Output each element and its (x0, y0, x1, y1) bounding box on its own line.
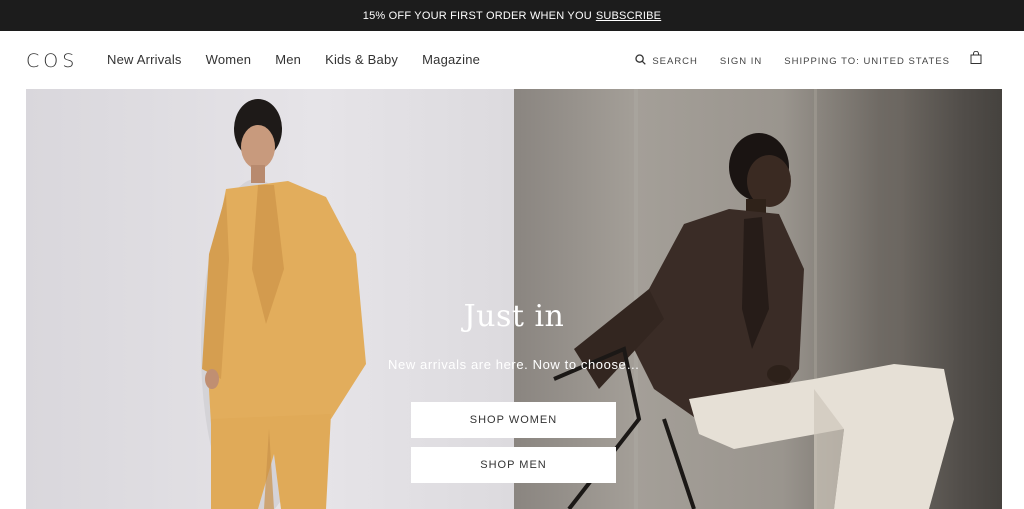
shop-women-button[interactable]: SHOP WOMEN (411, 402, 616, 438)
subscribe-link[interactable]: SUBSCRIBE (596, 10, 661, 22)
nav-men[interactable]: Men (275, 52, 301, 67)
search-button[interactable]: SEARCH (635, 54, 698, 68)
utility-nav: SEARCH SIGN IN SHIPPING TO: UNITED STATE… (613, 54, 950, 68)
nav-kids-baby[interactable]: Kids & Baby (325, 52, 398, 67)
main-nav: New Arrivals Women Men Kids & Baby Magaz… (107, 52, 504, 67)
site-header: COS New Arrivals Women Men Kids & Baby M… (0, 31, 1024, 89)
nav-magazine[interactable]: Magazine (422, 52, 480, 67)
search-label: SEARCH (652, 55, 698, 67)
promo-banner: 15% OFF YOUR FIRST ORDER WHEN YOU SUBSCR… (0, 0, 1024, 31)
hero-title: Just in (463, 299, 565, 334)
shopping-bag-icon[interactable] (970, 50, 982, 64)
sign-in-link[interactable]: SIGN IN (720, 56, 762, 67)
nav-women[interactable]: Women (206, 52, 252, 67)
nav-new-arrivals[interactable]: New Arrivals (107, 52, 182, 67)
shop-men-button[interactable]: SHOP MEN (411, 447, 616, 483)
shipping-country-selector[interactable]: SHIPPING TO: UNITED STATES (784, 56, 950, 67)
promo-text: 15% OFF YOUR FIRST ORDER WHEN YOU (362, 9, 592, 22)
hero-banner[interactable]: Just in New arrivals are here. Now to ch… (26, 89, 1002, 509)
search-icon (635, 54, 647, 68)
cos-logo[interactable]: COS (26, 50, 78, 72)
hero-subtitle: New arrivals are here. Now to choose… (388, 357, 640, 372)
